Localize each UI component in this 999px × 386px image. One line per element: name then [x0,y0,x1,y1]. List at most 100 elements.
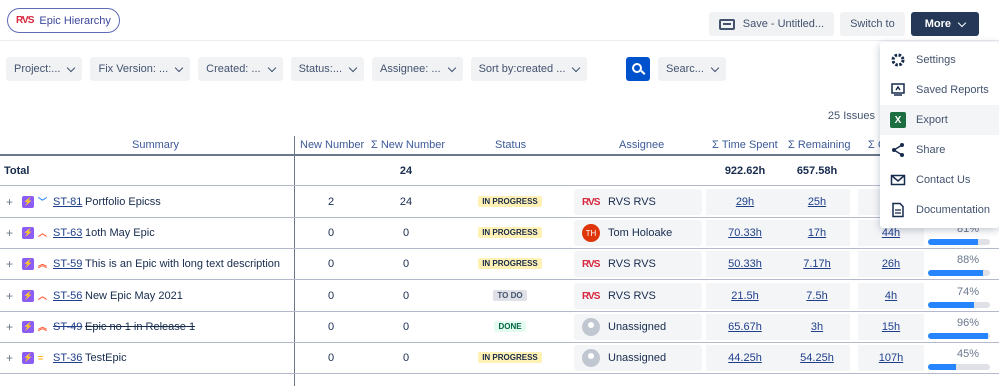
assignee-name: RVS RVS [608,196,656,208]
expand-toggle[interactable]: + [6,311,13,342]
search-field[interactable]: Searc... [658,57,726,81]
remaining-link-cell: 17h [784,217,850,248]
sum-new-number-value: 0 [402,351,410,364]
time-spent-link[interactable]: 44.25h [728,352,762,364]
assignee-cell[interactable]: RVS RVS RVS [574,251,702,277]
menu-item-contact-us[interactable]: Contact Us [880,165,999,195]
menu-label: Contact Us [916,174,971,186]
extra-link[interactable]: 15h [882,321,900,333]
priority-icon: ︿ [38,291,48,301]
menu-label: Export [916,114,948,126]
remaining-link[interactable]: 17h [808,227,826,239]
save-button[interactable]: Save - Untitled... [708,12,835,36]
issue-key-link[interactable]: ST-59 [53,248,82,279]
time-spent-link[interactable]: 21.5h [731,290,759,302]
table-row[interactable]: + ⚡ = ST-36 TestEpic 0 0 IN PROGRESS Unassigned 4… [0,342,999,374]
progress-fill [928,302,974,308]
table-row[interactable]: + ⚡ ﹀ ST-81 Portfolio Epicss 2 24 IN PROGRESS RV… [0,186,999,218]
col-assignee[interactable]: Assignee [619,139,664,151]
save-icon [718,18,735,30]
col-remaining[interactable]: Σ Remaining [788,139,850,151]
menu-label: Documentation [916,204,990,216]
remaining-link[interactable]: 7.5h [806,290,827,302]
menu-item-share[interactable]: Share [880,135,999,165]
remaining-link-cell: 54.25h [784,342,850,373]
table-row[interactable]: + ⚡ ︽ ST-49 Epic no 1 in Release 1 0 0 DONE Unas… [0,311,999,343]
app-brand-button[interactable]: RVS Epic Hierarchy [7,8,120,33]
col-sum-new-number[interactable]: Σ New Number [371,139,445,151]
avatar [582,318,600,336]
extra-link[interactable]: 4h [885,290,897,302]
menu-item-settings[interactable]: Settings [880,45,999,75]
menu-item-documentation[interactable]: Documentation [880,195,999,225]
assignee-cell[interactable]: RVS RVS RVS [574,189,702,215]
issue-key-link[interactable]: ST-63 [53,217,82,248]
time-spent-link-cell: 50.33h [706,248,784,279]
remaining-link[interactable]: 7.17h [803,258,831,270]
filter-created[interactable]: Created: ... [198,57,283,81]
time-spent-link[interactable]: 65.67h [728,321,762,333]
time-spent-link[interactable]: 50.33h [728,258,762,270]
col-time-spent[interactable]: Σ Time Spent [712,139,778,151]
time-spent-link[interactable]: 70.33h [728,227,762,239]
table-row[interactable]: + ⚡ ︿ ST-63 1oth May Epic 0 0 IN PROGRESS TH Tom … [0,217,999,249]
assignee-cell[interactable]: Unassigned [574,314,702,340]
filter-label: Created: ... [206,63,261,75]
new-number-value: 0 [327,320,335,333]
remaining-link[interactable]: 54.25h [800,352,834,364]
expand-toggle[interactable]: + [6,342,13,373]
table-row[interactable]: + ⚡ ︽ ST-59 This is an Epic with long text d… [0,248,999,280]
more-button[interactable]: More [910,12,979,36]
issue-summary: 1oth May Epic [85,226,155,239]
expand-toggle[interactable]: + [6,280,13,311]
sum-new-number-value: 24 [399,195,413,208]
search-button[interactable] [626,57,650,81]
col-status[interactable]: Status [495,139,526,151]
new-number-value: 0 [327,226,335,239]
expand-toggle[interactable]: + [6,186,13,217]
assignee-cell[interactable]: Unassigned [574,345,702,371]
issue-key-link[interactable]: ST-56 [53,280,82,311]
avatar: RVS [582,196,600,208]
issue-key-link[interactable]: ST-36 [53,342,82,373]
priority-icon: ︽ [38,322,48,332]
remaining-link[interactable]: 3h [811,321,823,333]
filter-fix-version[interactable]: Fix Version: ... [90,57,191,81]
total-row: Total 24 922.62h 657.58h [0,156,999,186]
menu-item-saved-reports[interactable]: Saved Reports [880,75,999,105]
issue-key-link[interactable]: ST-49 [53,311,82,342]
priority-icon: ︿ [38,228,48,238]
extra-link[interactable]: 44h [882,227,900,239]
filter-status[interactable]: Status:... [290,57,365,81]
col-summary[interactable]: Summary [132,139,179,151]
extra-link[interactable]: 107h [879,352,903,364]
menu-label: Settings [916,54,956,66]
assignee-cell[interactable]: RVS RVS RVS [574,283,702,309]
progress-bar [928,333,990,339]
extra-link-cell: 15h [858,311,924,342]
issue-summary: Portfolio Epicss [85,195,161,208]
expand-toggle[interactable]: + [6,217,13,248]
filter-assignee[interactable]: Assignee: ... [372,57,463,81]
issue-key-link[interactable]: ST-81 [53,186,82,217]
assignee-cell[interactable]: TH Tom Holoake [574,220,702,246]
menu-item-export[interactable]: X Export [880,105,999,135]
epic-icon: ⚡ [22,226,34,239]
expand-toggle[interactable]: + [6,248,13,279]
new-number-value: 0 [327,289,335,302]
extra-link[interactable]: 26h [882,258,900,270]
filter-sort-by[interactable]: Sort by:created ... [470,57,588,81]
remaining-link[interactable]: 25h [808,196,826,208]
switch-to-button[interactable]: Switch to [840,12,905,36]
progress-bar [928,302,990,308]
time-spent-link-cell: 70.33h [706,217,784,248]
remaining-link-cell: 25h [784,186,850,217]
more-label: More [924,18,951,30]
table-row[interactable]: + ⚡ ︿ ST-56 New Epic May 2021 0 0 TO DO RVS RVS R… [0,280,999,312]
time-spent-link[interactable]: 29h [736,196,754,208]
remaining-link-cell: 3h [784,311,850,342]
col-new-number[interactable]: New Number [300,139,364,151]
epic-type-cell: ⚡ [22,311,34,342]
filter-project[interactable]: Project:... [6,57,83,81]
issues-count: 25 Issues [827,110,875,122]
